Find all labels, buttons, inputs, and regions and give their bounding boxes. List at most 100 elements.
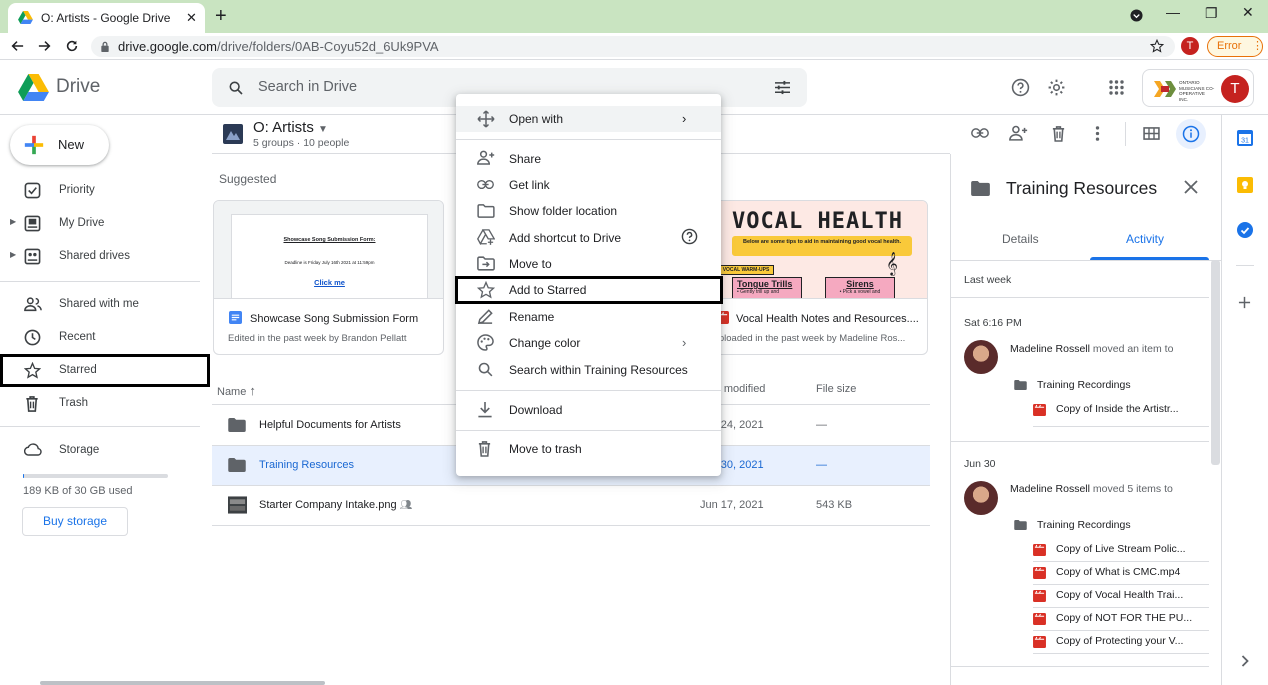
menu-item-add-shortcut[interactable]: Add shortcut to Drive <box>456 225 721 251</box>
expand-panel-chevron-icon[interactable] <box>1241 655 1249 667</box>
back-arrow-icon[interactable] <box>10 39 24 53</box>
new-tab-button[interactable]: + <box>215 5 227 28</box>
expand-caret-icon[interactable]: ▶ <box>10 250 16 259</box>
menu-item-label: Add shortcut to Drive <box>509 231 622 245</box>
column-name-header[interactable]: Name ↑ <box>217 383 256 398</box>
activity-divider <box>951 666 1209 667</box>
table-row[interactable]: Starter Company Intake.png 👥︎ Jun 17, 20… <box>212 486 930 526</box>
window-close-button[interactable]: ✕ <box>1242 4 1254 21</box>
menu-item-label: Rename <box>509 310 555 324</box>
folder-title[interactable]: O: Artists ▼ <box>253 119 328 136</box>
panel-scrollbar[interactable] <box>1211 260 1220 465</box>
expand-caret-icon[interactable]: ▶ <box>10 217 16 226</box>
drive-wordmark[interactable]: Drive <box>56 76 100 98</box>
menu-item-change-color[interactable]: Change color › <box>456 330 721 356</box>
menu-divider <box>456 430 721 431</box>
tab-details[interactable]: Details <box>1002 232 1039 246</box>
search-icon[interactable] <box>228 80 244 96</box>
column-size-header[interactable]: File size <box>816 383 856 395</box>
menu-item-get-link[interactable]: Get link <box>456 172 721 198</box>
folder-members[interactable]: 5 groups · 10 people <box>253 137 349 149</box>
video-file-icon <box>1033 590 1046 602</box>
reload-icon[interactable] <box>65 39 79 53</box>
suggested-card[interactable]: VOCAL HEALTH Below are some tips to aid … <box>697 200 928 355</box>
activity-file[interactable]: Copy of Inside the Artistr... <box>1056 403 1179 415</box>
browser-tab[interactable]: O: Artists - Google Drive ✕ <box>8 3 205 33</box>
menu-item-move-to-trash[interactable]: Move to trash <box>456 436 721 462</box>
add-addon-plus-icon[interactable] <box>1238 296 1251 309</box>
thumb-item: Tongue Trills <box>737 279 793 289</box>
drive-logo-icon[interactable] <box>18 74 49 101</box>
thumb-box-1: Tongue Trills • Gently trill up and <box>732 277 802 298</box>
view-details-button[interactable] <box>1176 119 1206 149</box>
activity-file[interactable]: Copy of What is CMC.mp4 <box>1056 566 1180 578</box>
search-options-icon[interactable] <box>774 80 791 95</box>
tab-activity[interactable]: Activity <box>1126 232 1164 246</box>
sidebar-item-shared-drives[interactable]: ▶ Shared drives <box>0 240 210 273</box>
caret-down-icon: ▼ <box>318 124 328 135</box>
share-person-add-icon <box>477 150 495 165</box>
address-bar[interactable]: drive.google.com/drive/folders/0AB-Coyu5… <box>91 36 1175 57</box>
activity-file[interactable]: Copy of NOT FOR THE PU... <box>1056 612 1192 624</box>
apps-grid-icon[interactable] <box>1109 80 1124 95</box>
chrome-media-icon[interactable] <box>1130 9 1143 22</box>
activity-action: moved 5 items to <box>1092 483 1173 495</box>
activity-file[interactable]: Copy of Live Stream Polic... <box>1056 543 1186 555</box>
sidebar-item-shared-with-me[interactable]: Shared with me <box>0 288 210 321</box>
sort-up-arrow-icon[interactable]: ↑ <box>249 383 256 398</box>
folder-icon <box>228 458 246 472</box>
menu-item-open-with[interactable]: Open with › <box>456 106 721 132</box>
activity-folder[interactable]: Training Recordings <box>1037 519 1131 531</box>
grid-view-icon[interactable] <box>1143 127 1160 140</box>
row-name-text: Starter Company Intake.png <box>259 499 397 511</box>
suggested-card[interactable]: Showcase Song Submission Form: Deadline … <box>213 200 444 355</box>
menu-item-add-to-starred[interactable]: Add to Starred <box>455 276 723 304</box>
menu-item-move-to[interactable]: Move to <box>456 251 721 277</box>
trash-icon[interactable] <box>1051 125 1066 142</box>
shared-drive-thumbnail-icon <box>223 124 243 144</box>
context-menu: Open with › Share Get link Show folder l… <box>455 94 723 476</box>
sidebar-item-recent[interactable]: Recent <box>0 321 210 354</box>
sidebar-item-my-drive[interactable]: ▶ My Drive <box>0 207 210 240</box>
settings-gear-icon[interactable] <box>1047 78 1066 97</box>
help-icon[interactable] <box>1011 78 1030 97</box>
keep-icon[interactable] <box>1237 177 1253 193</box>
window-restore-button[interactable]: ❐ <box>1205 5 1218 22</box>
menu-item-search-within[interactable]: Search within Training Resources <box>456 357 721 383</box>
help-icon[interactable] <box>681 228 698 245</box>
menu-item-label: Search within Training Resources <box>509 363 688 377</box>
menu-item-rename[interactable]: Rename <box>456 304 721 330</box>
sidebar-item-trash[interactable]: Trash <box>0 387 210 420</box>
more-vert-icon[interactable] <box>1095 126 1100 141</box>
bookmark-star-icon[interactable] <box>1150 39 1164 53</box>
lock-icon[interactable] <box>100 41 110 52</box>
tab-close-icon[interactable]: ✕ <box>186 10 197 26</box>
menu-item-download[interactable]: Download <box>456 397 721 423</box>
activity-file[interactable]: Copy of Vocal Health Trai... <box>1056 589 1183 601</box>
video-file-icon <box>1033 544 1046 556</box>
card-meta: Edited in the past week by Brandon Pella… <box>228 333 407 344</box>
sidebar-item-priority[interactable]: Priority <box>0 174 210 207</box>
buy-storage-button[interactable]: Buy storage <box>22 507 128 536</box>
account-avatar[interactable]: T <box>1221 75 1249 103</box>
sidebar-item-starred[interactable]: Starred <box>0 354 210 387</box>
menu-item-show-folder-location[interactable]: Show folder location <box>456 198 721 224</box>
activity-file[interactable]: Copy of Protecting your V... <box>1056 635 1183 647</box>
browser-profile-avatar[interactable]: T <box>1181 37 1199 55</box>
forward-arrow-icon[interactable] <box>38 39 52 53</box>
close-icon[interactable] <box>1184 180 1198 194</box>
activity-folder[interactable]: Training Recordings <box>1037 379 1131 391</box>
tasks-icon[interactable] <box>1237 222 1253 238</box>
menu-item-share[interactable]: Share <box>456 146 721 172</box>
menu-item-label: Download <box>509 403 563 417</box>
link-icon[interactable] <box>971 127 989 139</box>
horizontal-scrollbar[interactable] <box>40 681 325 685</box>
new-button[interactable]: New <box>10 125 109 165</box>
share-person-add-icon[interactable] <box>1009 125 1028 141</box>
sidebar-item-storage[interactable]: Storage <box>0 434 210 467</box>
search-input[interactable]: Search in Drive <box>258 79 357 95</box>
browser-error-button[interactable]: Error ⋮ <box>1207 36 1263 57</box>
browser-toolbar: drive.google.com/drive/folders/0AB-Coyu5… <box>0 33 1268 60</box>
calendar-icon[interactable]: 31 <box>1237 130 1253 146</box>
window-minimize-button[interactable]: — <box>1166 4 1180 20</box>
